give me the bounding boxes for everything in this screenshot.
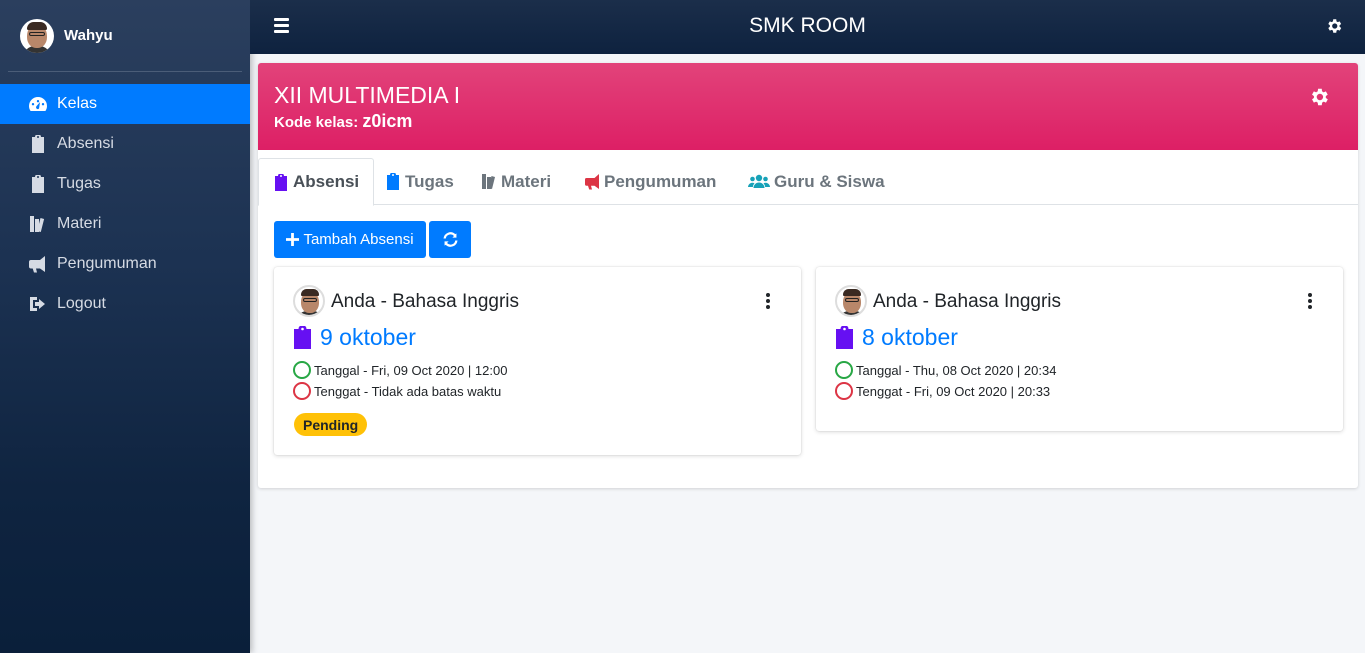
clipboard-check-icon	[32, 135, 44, 153]
sidebar-item-materi[interactable]: Materi	[0, 204, 250, 244]
sidebar-item-tugas[interactable]: Tugas	[0, 164, 250, 204]
absensi-tenggat: Tenggat - Tidak ada batas waktu	[293, 382, 501, 400]
app-title: SMK ROOM	[749, 14, 866, 37]
bullhorn-icon	[29, 256, 45, 273]
avatar	[20, 18, 54, 53]
sidebar-item-kelas[interactable]: Kelas	[0, 84, 250, 124]
class-tabs: Absensi Tugas Materi Pengumuman Guru & S…	[258, 158, 1358, 206]
sidebar-item-pengumuman[interactable]: Pengumuman	[0, 244, 250, 284]
sign-out-icon	[30, 297, 45, 311]
absensi-card[interactable]: Anda - Bahasa Inggris 9 oktober Tanggal …	[274, 267, 801, 455]
tab-guru-siswa[interactable]: Guru & Siswa	[748, 158, 885, 205]
absensi-tenggat: Tenggat - Fri, 09 Oct 2020 | 20:33	[835, 382, 1050, 400]
absensi-tanggal: Tanggal - Thu, 08 Oct 2020 | 20:34	[835, 361, 1056, 379]
refresh-button[interactable]	[429, 221, 471, 258]
clipboard-check-icon	[294, 326, 311, 349]
absensi-author: Anda - Bahasa Inggris	[331, 291, 520, 312]
book-icon	[482, 174, 495, 189]
sidebar-item-label: Kelas	[57, 95, 98, 112]
tab-label: Materi	[501, 171, 552, 191]
class-code: Kode kelas: z0icm	[274, 111, 412, 132]
tanggal-text: Tanggal - Thu, 08 Oct 2020 | 20:34	[856, 362, 1057, 378]
sidebar-item-label: Logout	[57, 295, 106, 312]
tanggal-text: Tanggal - Fri, 09 Oct 2020 | 12:00	[314, 362, 508, 378]
sidebar-item-logout[interactable]: Logout	[0, 284, 250, 324]
sidebar-item-label: Absensi	[57, 135, 114, 152]
users-icon	[748, 174, 770, 188]
bullhorn-icon	[585, 174, 599, 190]
gear-icon[interactable]	[1325, 17, 1343, 35]
absensi-card[interactable]: Anda - Bahasa Inggris 8 oktober Tanggal …	[816, 267, 1343, 431]
tab-materi[interactable]: Materi	[481, 158, 551, 205]
more-options-icon[interactable]	[1307, 293, 1313, 309]
more-options-icon[interactable]	[765, 293, 771, 309]
tachometer-icon	[29, 97, 47, 111]
tab-tugas[interactable]: Tugas	[385, 158, 454, 205]
book-icon	[30, 216, 45, 232]
add-absensi-label: Tambah Absensi	[303, 231, 414, 248]
absensi-title-text: 8 oktober	[862, 324, 958, 350]
plus-icon	[286, 233, 300, 246]
topbar: SMK ROOM	[250, 0, 1365, 54]
absensi-author: Anda - Bahasa Inggris	[873, 291, 1062, 312]
tab-label: Tugas	[405, 171, 454, 191]
tenggat-text: Tenggat - Tidak ada batas waktu	[314, 383, 502, 399]
add-absensi-button[interactable]: Tambah Absensi	[274, 221, 426, 258]
circle-icon	[293, 382, 311, 400]
tab-label: Absensi	[293, 172, 360, 191]
sidebar-item-label: Materi	[57, 215, 102, 232]
clipboard-check-icon	[275, 173, 287, 191]
class-code-label: Kode kelas:	[274, 114, 359, 131]
absensi-tanggal: Tanggal - Fri, 09 Oct 2020 | 12:00	[293, 361, 507, 379]
clipboard-check-icon	[836, 326, 853, 349]
tab-pengumuman[interactable]: Pengumuman	[584, 158, 716, 205]
clipboard-list-icon	[387, 173, 399, 190]
refresh-icon	[443, 232, 457, 247]
class-code-value: z0icm	[362, 111, 413, 131]
clipboard-list-icon	[32, 175, 44, 193]
class-settings-gear-icon[interactable]	[1308, 86, 1330, 108]
author-avatar	[835, 285, 867, 317]
class-card: XII MULTIMEDIA I Kode kelas: z0icm Absen…	[258, 63, 1358, 488]
sidebar-item-label: Pengumuman	[57, 255, 157, 272]
user-name[interactable]: Wahyu	[64, 27, 113, 44]
circle-icon	[835, 382, 853, 400]
tenggat-text: Tenggat - Fri, 09 Oct 2020 | 20:33	[856, 383, 1051, 399]
tab-absensi[interactable]: Absensi	[258, 158, 375, 206]
sidebar-item-label: Tugas	[57, 175, 101, 192]
absensi-title-text: 9 oktober	[320, 324, 416, 350]
absensi-title[interactable]: 9 oktober	[293, 324, 416, 351]
absensi-title[interactable]: 8 oktober	[835, 324, 958, 351]
sidebar-item-absensi[interactable]: Absensi	[0, 124, 250, 164]
sidebar-nav: Kelas Absensi Tugas Materi Pengumuman Lo…	[0, 84, 250, 324]
circle-icon	[293, 361, 311, 379]
sidebar: Wahyu Kelas Absensi Tugas Materi Pengumu…	[0, 0, 250, 653]
tab-label: Guru & Siswa	[774, 171, 885, 191]
class-header: XII MULTIMEDIA I Kode kelas: z0icm	[258, 63, 1358, 150]
tab-label: Pengumuman	[604, 171, 717, 191]
circle-icon	[835, 361, 853, 379]
author-avatar	[293, 285, 325, 317]
class-name: XII MULTIMEDIA I	[274, 82, 461, 108]
user-panel[interactable]: Wahyu	[8, 0, 242, 72]
status-badge: Pending	[294, 413, 368, 436]
